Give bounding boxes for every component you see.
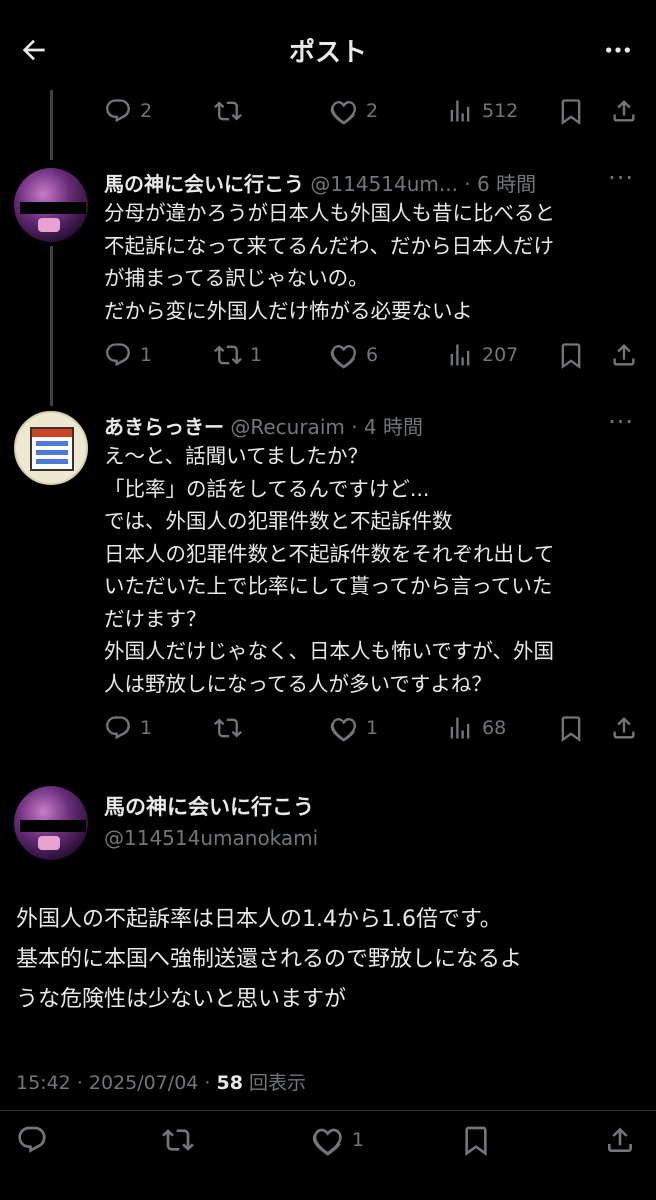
retweet-button[interactable] bbox=[214, 708, 250, 748]
share-button[interactable] bbox=[610, 708, 638, 748]
views-button[interactable]: 68 bbox=[446, 708, 506, 748]
avatar[interactable] bbox=[14, 168, 88, 242]
post-timestamp: 15:42 · 2025/07/04 · bbox=[16, 1072, 217, 1094]
like-count: 2 bbox=[366, 100, 379, 122]
post-time: · 4 時間 bbox=[351, 415, 424, 439]
author-name[interactable]: 馬の神に会いに行こう bbox=[104, 791, 314, 821]
bookmark-icon bbox=[561, 99, 581, 125]
action-bar: 2 2 512 bbox=[104, 91, 656, 131]
like-count: 1 bbox=[352, 1129, 365, 1151]
action-bar: 1 1 68 bbox=[104, 708, 656, 748]
view-count: 58 bbox=[216, 1072, 243, 1094]
post-more-button[interactable]: ··· bbox=[608, 164, 634, 192]
share-icon bbox=[613, 717, 635, 739]
reply-button[interactable]: 1 bbox=[104, 708, 152, 748]
bookmark-button[interactable] bbox=[557, 91, 585, 131]
views-icon bbox=[450, 100, 470, 122]
share-icon bbox=[607, 1127, 632, 1152]
like-count: 6 bbox=[366, 344, 379, 366]
views-icon bbox=[450, 717, 470, 739]
views-count: 68 bbox=[482, 717, 507, 739]
bookmark-button[interactable] bbox=[460, 1120, 492, 1160]
post-author: あきらっきー @Recuraim · 4 時間 bbox=[104, 411, 423, 440]
share-button[interactable] bbox=[604, 1120, 636, 1160]
post-text: え〜と、話聞いてましたか？ 「比率」の話をしてるんですけど... では、外国人の… bbox=[104, 444, 555, 696]
share-icon bbox=[613, 100, 635, 122]
retweet-button[interactable]: 1 bbox=[214, 335, 262, 375]
like-icon bbox=[330, 718, 357, 742]
retweet-icon bbox=[162, 1129, 194, 1151]
reply-count: 1 bbox=[140, 344, 153, 366]
more-icon bbox=[606, 47, 630, 53]
retweet-icon bbox=[214, 101, 242, 121]
reply-count: 2 bbox=[140, 100, 153, 122]
reply-icon bbox=[18, 1126, 46, 1153]
retweet-button[interactable] bbox=[214, 91, 250, 131]
views-button[interactable]: 207 bbox=[446, 335, 518, 375]
more-options-button[interactable] bbox=[598, 30, 638, 70]
view-label: 回表示 bbox=[242, 1072, 307, 1094]
thread-line bbox=[50, 246, 53, 406]
like-button[interactable]: 2 bbox=[330, 91, 378, 131]
reply-icon bbox=[106, 99, 130, 123]
reply-button[interactable] bbox=[16, 1120, 56, 1160]
author-handle[interactable]: @114514umanokami bbox=[104, 826, 318, 850]
retweet-icon bbox=[214, 345, 242, 365]
bookmark-button[interactable] bbox=[557, 708, 585, 748]
retweet-button[interactable] bbox=[162, 1120, 202, 1160]
reply-icon bbox=[106, 716, 130, 740]
top-bar: ポスト bbox=[0, 0, 656, 100]
views-icon bbox=[450, 344, 470, 366]
share-button[interactable] bbox=[610, 91, 638, 131]
like-button[interactable]: 1 bbox=[312, 1120, 364, 1160]
retweet-icon bbox=[214, 718, 242, 738]
post-text: 分母が違かろうが日本人も外国人も昔に比べると 不起訴になって来てるんだわ、だから… bbox=[104, 201, 555, 323]
reply-button[interactable]: 1 bbox=[104, 335, 152, 375]
views-count: 512 bbox=[482, 100, 519, 122]
bookmark-button[interactable] bbox=[557, 335, 585, 375]
share-icon bbox=[613, 344, 635, 366]
author-name[interactable]: あきらっきー bbox=[104, 415, 224, 439]
like-icon bbox=[312, 1128, 342, 1156]
avatar[interactable] bbox=[14, 411, 88, 485]
like-icon bbox=[330, 101, 357, 125]
reply-button[interactable]: 2 bbox=[104, 91, 152, 131]
like-icon bbox=[330, 345, 357, 369]
action-bar: 1 1 6 207 bbox=[104, 335, 656, 375]
post-more-button[interactable]: ··· bbox=[608, 408, 634, 436]
reply-icon bbox=[106, 343, 130, 367]
post-author: 馬の神に会いに行こう @114514um... · 6 時間 bbox=[104, 168, 536, 197]
views-count: 207 bbox=[482, 344, 519, 366]
retweet-count: 1 bbox=[250, 344, 263, 366]
share-button[interactable] bbox=[610, 335, 638, 375]
bookmark-icon bbox=[465, 1126, 487, 1156]
post-time: · 6 時間 bbox=[464, 172, 537, 196]
like-count: 1 bbox=[366, 717, 379, 739]
reply-count: 1 bbox=[140, 717, 153, 739]
divider bbox=[0, 1110, 656, 1111]
bookmark-icon bbox=[561, 343, 581, 369]
page-title: ポスト bbox=[288, 38, 367, 68]
author-handle[interactable]: @Recuraim bbox=[230, 415, 345, 439]
author-name[interactable]: 馬の神に会いに行こう bbox=[104, 172, 304, 196]
thread-line bbox=[50, 90, 53, 160]
like-button[interactable]: 1 bbox=[330, 708, 378, 748]
avatar[interactable] bbox=[14, 786, 88, 860]
post-meta: 15:42 · 2025/07/04 · 58 回表示 bbox=[16, 1068, 306, 1095]
main-action-bar: 1 bbox=[16, 1120, 640, 1160]
bookmark-icon bbox=[561, 716, 581, 742]
author-handle[interactable]: @114514um... bbox=[310, 172, 458, 196]
views-button[interactable]: 512 bbox=[446, 91, 518, 131]
post-text: 外国人の不起訴率は日本人の1.4から1.6倍です。 基本的に本国へ強制送還される… bbox=[16, 907, 523, 1012]
like-button[interactable]: 6 bbox=[330, 335, 378, 375]
